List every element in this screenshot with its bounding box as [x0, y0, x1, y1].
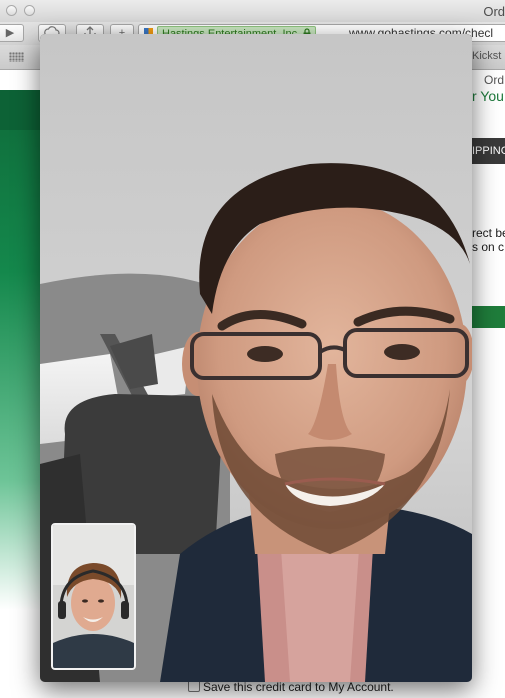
bookmark-item-kickstarter[interactable]: Kickst — [472, 50, 501, 62]
save-card-label: Save this credit card to My Account. — [203, 680, 394, 694]
page-text-line-1: rect be — [472, 226, 505, 240]
window-title: Ord — [483, 4, 505, 19]
facetime-window[interactable] — [40, 34, 472, 682]
self-preview-video[interactable] — [51, 523, 136, 670]
forward-button[interactable]: ▶ — [0, 24, 24, 42]
page-text-line-2: s on c — [472, 240, 505, 254]
self-preview-image — [53, 525, 134, 668]
browser-titlebar: Ord — [0, 0, 505, 23]
top-sites-grid-icon[interactable] — [9, 52, 24, 62]
minimize-window-button[interactable] — [24, 5, 35, 16]
shipping-tab-label[interactable]: IPPING — [472, 145, 505, 157]
bookmark-item-orders[interactable]: Ord — [484, 73, 504, 87]
page-heading-fragment: r You — [472, 88, 504, 104]
green-section-bar — [472, 306, 505, 328]
close-window-button[interactable] — [6, 5, 17, 16]
checkout-steps-bar: IPPING — [472, 138, 505, 164]
save-card-row[interactable]: Save this credit card to My Account. — [188, 680, 394, 694]
